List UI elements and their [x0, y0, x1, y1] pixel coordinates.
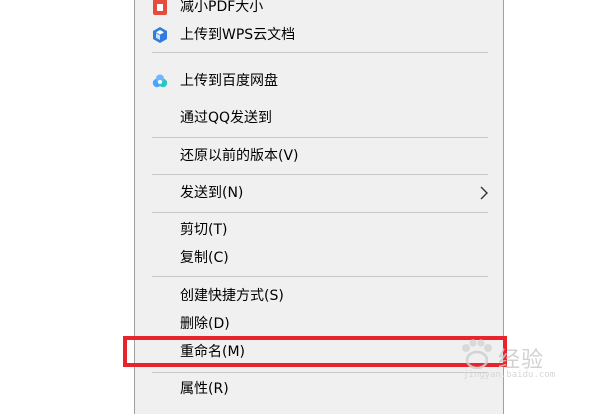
menu-item-label: 删除(D) — [180, 316, 230, 332]
menu-item-upload-wps[interactable]: 上传到WPS云文档 — [135, 22, 503, 48]
menu-item-restore-previous[interactable]: 还原以前的版本(V) — [135, 143, 503, 169]
menu-item-create-shortcut[interactable]: 创建快捷方式(S) — [135, 283, 503, 309]
menu-item-label: 通过QQ发送到 — [180, 110, 273, 126]
menu-item-cut[interactable]: 剪切(T) — [135, 217, 503, 243]
menu-separator — [152, 276, 488, 277]
menu-item-label: 上传到WPS云文档 — [180, 27, 296, 43]
menu-separator — [152, 212, 488, 213]
menu-item-label: 上传到百度网盘 — [180, 73, 278, 89]
menu-item-label: 发送到(N) — [180, 185, 244, 201]
wps-cloud-icon — [153, 27, 167, 43]
menu-separator — [152, 52, 488, 53]
menu-item-label: 创建快捷方式(S) — [180, 288, 284, 304]
menu-item-label: 还原以前的版本(V) — [180, 148, 299, 164]
menu-item-upload-baidu[interactable]: 上传到百度网盘 — [135, 68, 503, 94]
menu-item-properties[interactable]: 属性(R) — [135, 376, 503, 402]
rename-highlight-box — [123, 336, 507, 367]
menu-item-send-to[interactable]: 发送到(N) — [135, 180, 503, 206]
menu-separator — [152, 137, 488, 138]
menu-item-label: 减小PDF大小 — [180, 0, 264, 15]
baidu-paw-icon — [462, 339, 492, 370]
menu-item-send-via-qq[interactable]: 通过QQ发送到 — [135, 105, 503, 131]
baidu-netdisk-icon — [152, 74, 168, 88]
watermark-url: jingyan.baidu.com — [463, 370, 556, 380]
menu-item-copy[interactable]: 复制(C) — [135, 245, 503, 271]
menu-item-label: 复制(C) — [180, 250, 229, 266]
menu-item-label: 属性(R) — [180, 381, 229, 397]
menu-separator — [152, 372, 488, 373]
menu-item-reduce-pdf[interactable]: 减小PDF大小 — [135, 0, 503, 20]
menu-item-label: 剪切(T) — [180, 222, 228, 238]
menu-item-delete[interactable]: 删除(D) — [135, 311, 503, 337]
chevron-right-icon — [480, 186, 488, 200]
pdf-reduce-icon — [153, 0, 167, 15]
watermark: 经验 jingyan.baidu.com — [458, 336, 578, 384]
menu-separator — [152, 174, 488, 175]
